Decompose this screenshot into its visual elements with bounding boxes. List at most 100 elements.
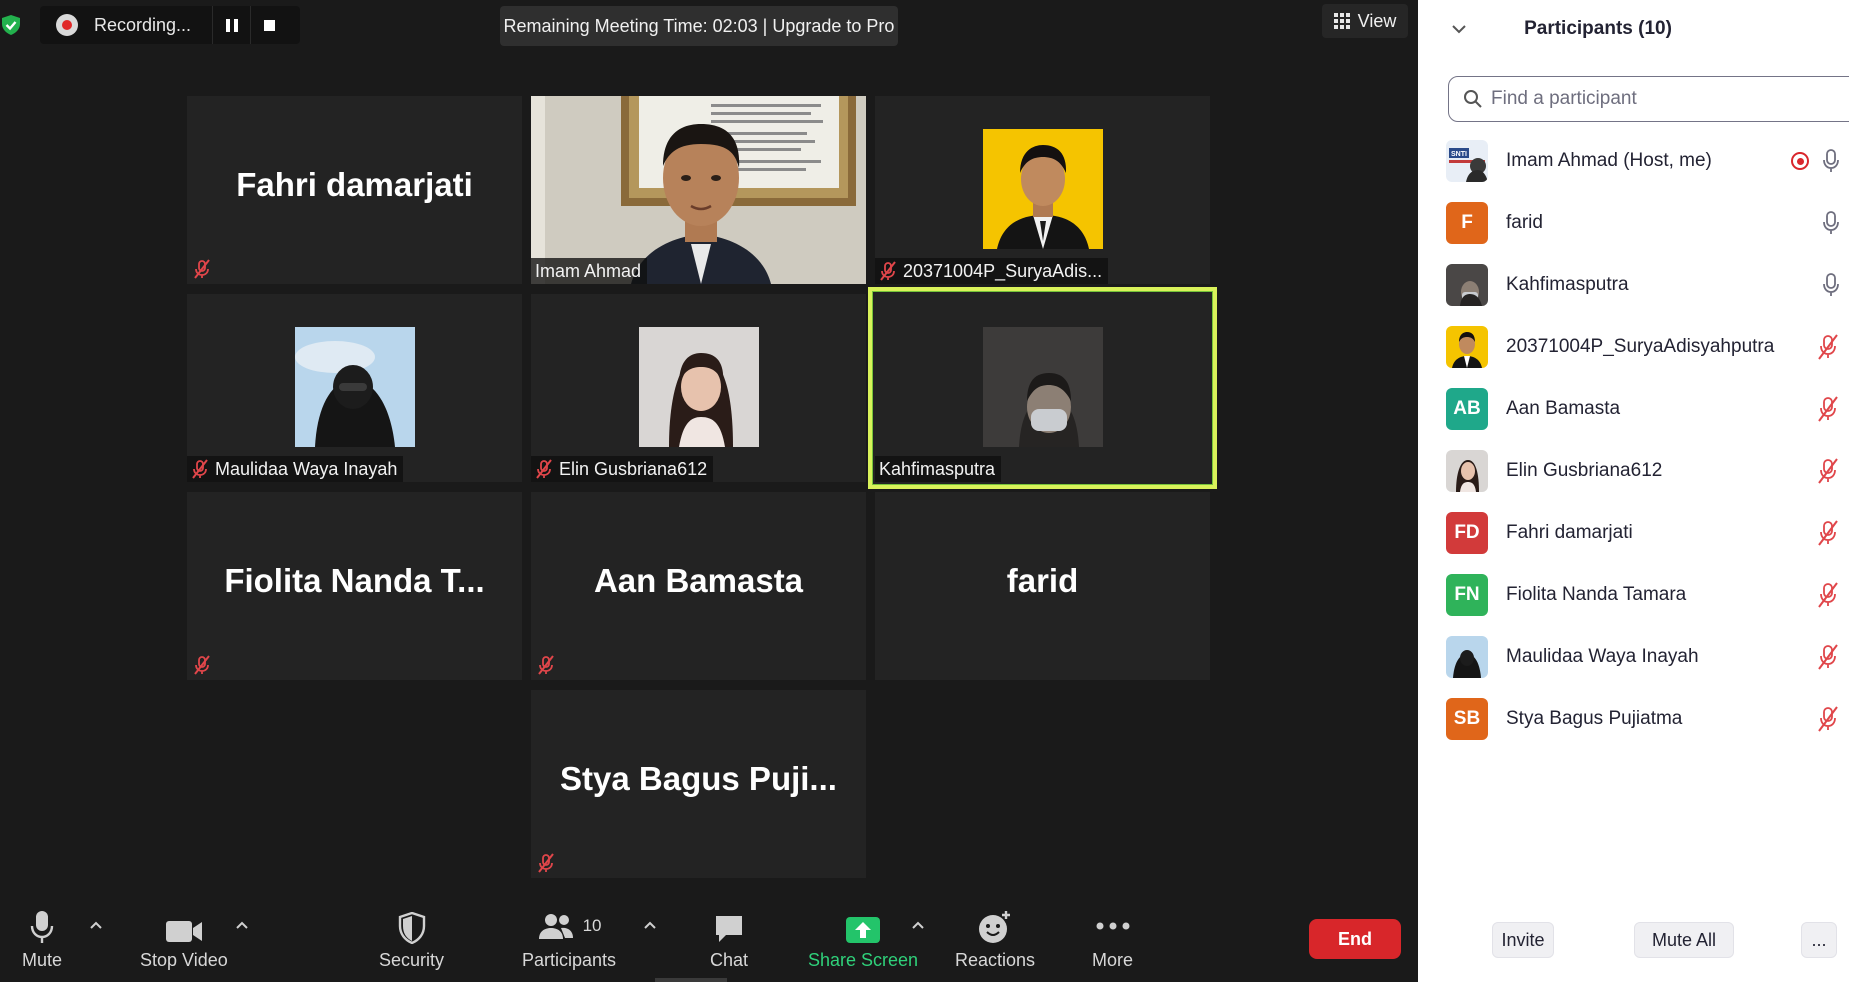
video-tile-imam-ahmad[interactable]: Imam Ahmad	[531, 96, 866, 284]
security-button[interactable]: Security	[379, 908, 444, 971]
muted-mic-icon	[1818, 396, 1838, 422]
muted-mic-icon	[535, 654, 557, 676]
muted-mic-icon	[1818, 334, 1838, 360]
panel-more-button[interactable]: ...	[1801, 922, 1837, 958]
share-options-chevron-icon[interactable]	[911, 918, 925, 932]
participant-avatar: AB	[1446, 388, 1488, 430]
muted-mic-icon	[880, 261, 896, 281]
end-meeting-button[interactable]: End	[1309, 919, 1401, 959]
tile-display-name: Fahri damarjati	[236, 166, 473, 203]
participant-row[interactable]: AB Aan Bamasta	[1418, 378, 1849, 440]
participant-name: farid	[1506, 212, 1543, 233]
video-tile-aan-bamasta[interactable]: Aan Bamasta	[531, 492, 866, 680]
mute-label: Mute	[22, 950, 63, 970]
toolbar-indicator	[655, 978, 727, 982]
video-tile-fiolita[interactable]: Fiolita Nanda T...	[187, 492, 522, 680]
more-label: More	[1092, 950, 1134, 970]
participant-status-icons	[1817, 316, 1839, 378]
mute-all-button[interactable]: Mute All	[1634, 922, 1734, 958]
participant-name: 20371004P_SuryaAdisyahputra	[1506, 336, 1775, 357]
participant-search[interactable]	[1448, 76, 1849, 122]
participants-count: 10	[582, 916, 602, 935]
recording-icon	[1791, 152, 1809, 170]
participant-name: Stya Bagus Pujiatma	[1506, 708, 1683, 729]
participant-name: Fahri damarjati	[1506, 522, 1633, 543]
microphone-icon	[1823, 149, 1839, 172]
tile-display-name: Stya Bagus Puji...	[560, 760, 837, 797]
participant-avatar	[1446, 326, 1488, 368]
search-input[interactable]	[1491, 88, 1821, 110]
participant-avatar: FD	[1446, 512, 1488, 554]
video-tile-farid[interactable]: farid	[875, 492, 1210, 680]
video-options-chevron-icon[interactable]	[235, 918, 249, 932]
chat-bubble-icon	[716, 916, 743, 942]
invite-button[interactable]: Invite	[1492, 922, 1554, 958]
more-button[interactable]: More	[1092, 908, 1133, 971]
muted-mic-icon	[535, 852, 557, 874]
encryption-shield-icon[interactable]	[0, 14, 22, 36]
reactions-button[interactable]: Reactions	[955, 908, 1035, 971]
participant-row[interactable]: FD Fahri damarjati	[1418, 502, 1849, 564]
participants-button[interactable]: 10 Participants	[522, 908, 616, 971]
stop-video-button[interactable]: Stop Video	[140, 908, 228, 971]
profile-photo	[982, 129, 1103, 249]
meeting-timer-banner[interactable]: Remaining Meeting Time: 02:03 | Upgrade …	[500, 6, 898, 46]
microphone-icon	[30, 911, 54, 943]
muted-mic-icon	[536, 459, 552, 479]
participant-status-icons	[1817, 626, 1839, 688]
participant-name: Kahfimasputra	[1506, 274, 1629, 295]
tile-participant-name: 20371004P_SuryaAdis...	[903, 260, 1103, 281]
participant-row[interactable]: 20371004P_SuryaAdisyahputra	[1418, 316, 1849, 378]
participant-row[interactable]: SNTI Imam Ahmad (Host, me)	[1418, 130, 1849, 192]
panel-title: Participants (10)	[1524, 18, 1672, 39]
participants-options-chevron-icon[interactable]	[643, 918, 657, 932]
participant-name: Fiolita Nanda Tamara	[1506, 584, 1687, 605]
tile-display-name: farid	[1006, 562, 1079, 599]
audio-options-chevron-icon[interactable]	[89, 918, 103, 932]
video-tile-kahfimasputra[interactable]: Kahfimasputra	[868, 287, 1217, 489]
video-tile-surya[interactable]: 20371004P_SuryaAdis...	[875, 96, 1210, 284]
video-tile-elin[interactable]: Elin Gusbriana612	[531, 294, 866, 482]
video-tile-maulidaa[interactable]: Maulidaa Waya Inayah	[187, 294, 522, 482]
svg-text:SNTI: SNTI	[1451, 151, 1467, 158]
profile-photo	[638, 327, 759, 447]
stop-video-label: Stop Video	[140, 950, 228, 970]
participant-name: Aan Bamasta	[1506, 398, 1621, 419]
tile-participant-name: Maulidaa Waya Inayah	[215, 458, 398, 479]
participant-row[interactable]: Kahfimasputra	[1418, 254, 1849, 316]
pause-recording-button[interactable]	[212, 6, 250, 44]
tile-name-bar: 20371004P_SuryaAdis...	[875, 258, 1109, 284]
participant-status-icons	[1817, 502, 1839, 564]
participant-row[interactable]: Maulidaa Waya Inayah	[1418, 626, 1849, 688]
muted-mic-icon	[1818, 706, 1838, 732]
participant-row[interactable]: Ffarid	[1418, 192, 1849, 254]
muted-mic-icon	[1818, 458, 1838, 484]
stop-recording-button[interactable]	[250, 6, 288, 44]
participant-row[interactable]: Elin Gusbriana612	[1418, 440, 1849, 502]
search-icon	[1464, 90, 1482, 108]
mute-button[interactable]: Mute	[22, 908, 62, 971]
stop-icon	[264, 19, 275, 31]
panel-footer: Invite Mute All ...	[1418, 922, 1849, 962]
video-tile-stya-bagus[interactable]: Stya Bagus Puji...	[531, 690, 866, 878]
meeting-area: Recording... Remaining Meeting Time: 02:…	[0, 0, 1418, 982]
more-dots-icon	[1096, 922, 1129, 930]
participant-avatar	[1446, 450, 1488, 492]
tile-participant-name: Imam Ahmad	[535, 260, 642, 281]
tile-name-bar: Maulidaa Waya Inayah	[187, 456, 404, 482]
participant-row[interactable]: FN Fiolita Nanda Tamara	[1418, 564, 1849, 626]
view-button[interactable]: View	[1322, 4, 1408, 38]
chat-button[interactable]: Chat	[710, 908, 748, 971]
muted-mic-icon	[1818, 644, 1838, 670]
profile-photo	[982, 327, 1103, 447]
video-tile-fahri[interactable]: Fahri damarjati	[187, 96, 522, 284]
participant-avatar	[1446, 264, 1488, 306]
muted-mic-icon	[192, 459, 208, 479]
microphone-icon	[1823, 211, 1839, 234]
profile-photo	[294, 327, 415, 447]
participant-status-icons	[1817, 378, 1839, 440]
participant-row[interactable]: SB Stya Bagus Pujiatma	[1418, 688, 1849, 750]
share-screen-button[interactable]: Share Screen	[808, 908, 918, 971]
chat-label: Chat	[710, 950, 749, 970]
view-label: View	[1357, 10, 1397, 31]
